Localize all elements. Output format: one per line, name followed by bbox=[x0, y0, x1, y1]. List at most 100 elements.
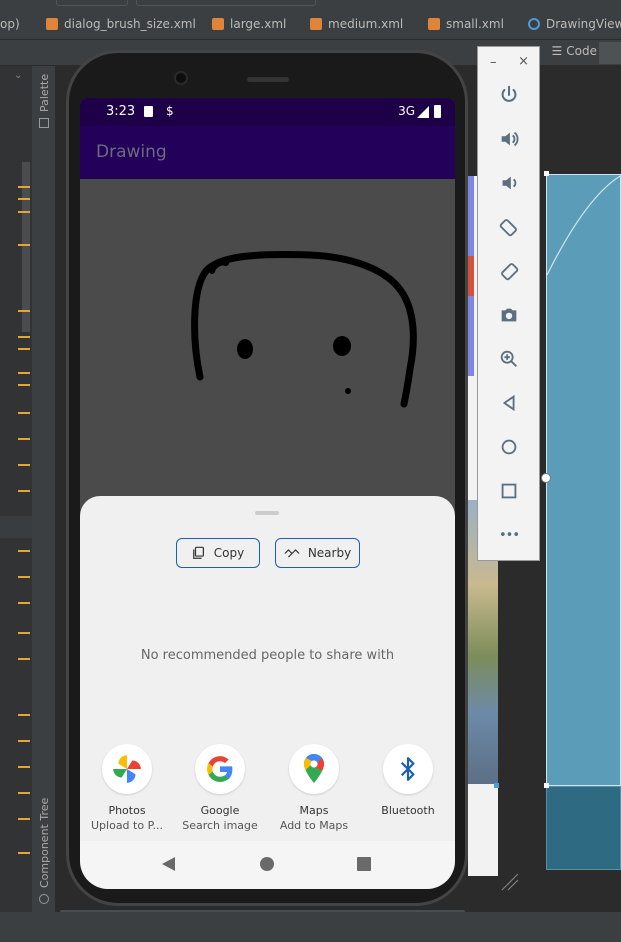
speaker-grille bbox=[247, 77, 289, 82]
sd-card-icon bbox=[144, 106, 153, 117]
marker bbox=[18, 336, 30, 338]
share-target-action: Add to Maps bbox=[279, 819, 349, 832]
marker bbox=[18, 186, 30, 188]
rotate-right-icon bbox=[501, 263, 519, 281]
resize-grip-icon[interactable] bbox=[500, 872, 520, 892]
marker bbox=[18, 244, 30, 246]
component-tree-tab[interactable]: Component Tree bbox=[38, 798, 51, 888]
nearby-button[interactable]: Nearby bbox=[275, 538, 360, 568]
recent-apps-icon[interactable] bbox=[357, 857, 371, 871]
component-tree-label: Component Tree bbox=[38, 797, 51, 888]
palette-tab[interactable]: Palette bbox=[38, 74, 51, 112]
code-view-button[interactable]: ☰ Code bbox=[552, 44, 598, 58]
marker bbox=[18, 348, 30, 350]
palette-icon bbox=[39, 118, 49, 128]
right-eye bbox=[333, 336, 351, 356]
zoom-button[interactable] bbox=[494, 344, 524, 374]
share-target-photos[interactable]: Photos Upload to P... bbox=[81, 744, 173, 832]
corner-handle[interactable] bbox=[494, 783, 499, 788]
volume-down-button[interactable] bbox=[494, 168, 524, 198]
share-target-name: Google bbox=[200, 804, 240, 817]
power-button[interactable] bbox=[494, 80, 524, 110]
marker bbox=[18, 766, 30, 768]
volume-up-icon bbox=[501, 131, 519, 147]
marker bbox=[18, 632, 30, 634]
tab-label: large.xml bbox=[230, 17, 287, 31]
blueprint-view[interactable] bbox=[546, 174, 621, 786]
palette-label: Palette bbox=[38, 73, 51, 112]
status-bar: 3:23 $ 3G bbox=[80, 98, 455, 126]
marker bbox=[18, 792, 30, 794]
close-button[interactable]: × bbox=[518, 54, 529, 69]
editor-tab-bar: op) dialog_brush_size.xml large.xml medi… bbox=[0, 8, 621, 40]
copy-button[interactable]: Copy bbox=[176, 538, 260, 568]
share-target-name: Maps bbox=[299, 804, 329, 817]
tab-small[interactable]: small.xml bbox=[428, 8, 504, 40]
marker bbox=[18, 211, 30, 213]
tab-label: small.xml bbox=[446, 17, 504, 31]
network-type: 3G bbox=[398, 104, 415, 118]
camera-lens bbox=[174, 71, 188, 85]
desktop: op) dialog_brush_size.xml large.xml medi… bbox=[0, 0, 621, 942]
share-target-bluetooth[interactable]: Bluetooth bbox=[362, 744, 454, 819]
tab-large[interactable]: large.xml bbox=[212, 8, 286, 40]
face-outline-detail bbox=[209, 259, 229, 274]
tab-label: dialog_brush_size.xml bbox=[64, 17, 196, 31]
zoom-icon bbox=[500, 350, 517, 367]
nearby-share-icon bbox=[284, 548, 300, 557]
overview-button[interactable] bbox=[494, 476, 524, 506]
no-recommendations-message: No recommended people to share with bbox=[140, 648, 395, 663]
left-gutter: ⌄ bbox=[0, 66, 32, 926]
tab-dialog-brush-size[interactable]: dialog_brush_size.xml bbox=[46, 8, 196, 40]
tab-medium[interactable]: medium.xml bbox=[310, 8, 403, 40]
copy-icon bbox=[192, 546, 204, 559]
share-target-action: Search image bbox=[182, 819, 258, 832]
corner-handle[interactable] bbox=[544, 171, 549, 176]
kotlin-file-icon bbox=[528, 18, 540, 30]
blueprint-curve bbox=[547, 175, 621, 276]
marker bbox=[18, 714, 30, 716]
xml-file-icon bbox=[46, 18, 58, 30]
preview-element bbox=[468, 256, 474, 296]
marker bbox=[18, 384, 30, 386]
tab-label: op) bbox=[0, 17, 20, 31]
marker bbox=[18, 576, 30, 578]
volume-up-button[interactable] bbox=[494, 124, 524, 154]
app-title: Drawing bbox=[96, 142, 167, 162]
chevron-down-icon[interactable]: ⌄ bbox=[14, 70, 22, 81]
component-tree-icon bbox=[39, 894, 49, 904]
screenshot-button[interactable] bbox=[494, 300, 524, 330]
share-target-maps[interactable]: Maps Add to Maps bbox=[268, 744, 360, 832]
back-button[interactable] bbox=[494, 388, 524, 418]
resize-handle[interactable] bbox=[541, 473, 551, 483]
gutter-highlight bbox=[0, 516, 32, 538]
marker bbox=[18, 550, 30, 552]
tab-drawingview[interactable]: DrawingView.k bbox=[528, 8, 621, 40]
phone-screen[interactable]: 3:23 $ 3G Drawing Copy Nearby No recomme… bbox=[80, 98, 455, 889]
rotate-left-button[interactable] bbox=[494, 212, 524, 242]
google-icon bbox=[195, 744, 245, 794]
share-target-google[interactable]: Google Search image bbox=[174, 744, 266, 832]
emulator-toolbar: – × ••• bbox=[477, 46, 540, 561]
corner-handle[interactable] bbox=[544, 783, 549, 788]
more-button[interactable]: ••• bbox=[494, 520, 524, 550]
marker bbox=[18, 438, 30, 440]
back-icon[interactable] bbox=[162, 857, 175, 871]
share-target-action: Upload to P... bbox=[91, 819, 163, 832]
rotate-right-button[interactable] bbox=[494, 256, 524, 286]
home-button[interactable] bbox=[494, 432, 524, 462]
bluetooth-icon bbox=[383, 744, 433, 794]
home-icon bbox=[501, 439, 517, 455]
split-view-button[interactable] bbox=[599, 42, 621, 64]
marker bbox=[18, 490, 30, 492]
tab-app[interactable]: op) bbox=[0, 8, 20, 40]
drag-handle[interactable] bbox=[255, 511, 279, 515]
marker bbox=[18, 464, 30, 466]
ide-top-strip bbox=[0, 0, 621, 8]
xml-file-icon bbox=[212, 18, 224, 30]
volume-down-icon bbox=[502, 176, 517, 190]
rotate-left-icon bbox=[499, 219, 517, 237]
marker bbox=[18, 818, 30, 820]
home-icon[interactable] bbox=[260, 857, 274, 871]
minimize-button[interactable]: – bbox=[490, 55, 497, 70]
